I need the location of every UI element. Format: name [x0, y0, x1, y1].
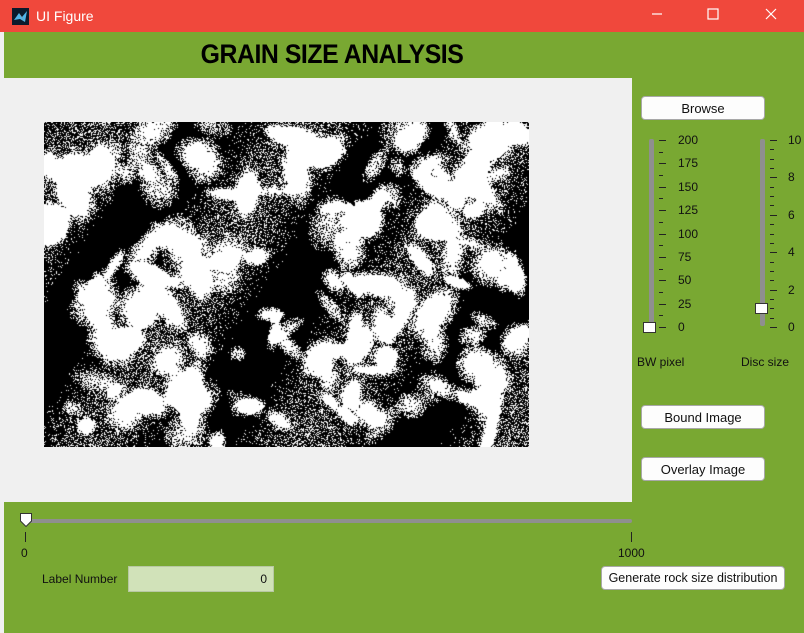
disc-slider-minor-tick — [770, 270, 774, 272]
bound-image-button[interactable]: Bound Image — [641, 405, 765, 429]
bw-slider-tick-label: 200 — [678, 133, 699, 147]
label-slider-min-tick — [25, 532, 26, 542]
bw-slider-minor-tick — [659, 175, 663, 177]
label-number-field[interactable]: 0 — [128, 566, 274, 592]
bw-slider-tick-label: 25 — [678, 296, 692, 311]
disc-slider-minor-tick — [770, 158, 774, 160]
generate-distribution-button[interactable]: Generate rock size distribution — [601, 566, 785, 590]
disc-slider-minor-tick — [770, 186, 774, 188]
bw-slider-tick-label: 125 — [678, 203, 699, 218]
bw-slider-major-tick — [659, 186, 666, 188]
disc-slider-major-tick — [770, 177, 777, 179]
disc-slider-major-tick — [770, 289, 777, 291]
close-icon — [765, 7, 777, 25]
disc-slider-tick-label: 8 — [788, 170, 795, 185]
bw-slider-minor-tick — [659, 221, 663, 223]
bw-slider-minor-tick — [659, 268, 663, 270]
minimize-button[interactable] — [634, 0, 680, 32]
disc-slider-major-tick — [770, 140, 777, 141]
disc-slider-minor-tick — [770, 242, 774, 244]
page-title: GRAIN SIZE ANALYSIS — [200, 39, 464, 69]
disc-slider-minor-tick — [770, 168, 774, 170]
maximize-button[interactable] — [690, 0, 736, 32]
disc-slider-major-tick — [770, 214, 777, 216]
bw-pixel-label: BW pixel — [637, 355, 685, 369]
disc-slider-minor-tick — [770, 261, 774, 263]
disc-slider-minor-tick — [770, 196, 774, 198]
overlay-image-button[interactable]: Overlay Image — [641, 457, 765, 481]
matlab-logo-icon — [12, 8, 29, 25]
bw-slider-minor-tick — [659, 291, 663, 293]
bw-slider-tick-label: 75 — [678, 249, 692, 264]
disc-slider-tick-label: 10 — [788, 133, 802, 147]
close-button[interactable] — [748, 0, 794, 32]
disc-slider-minor-tick — [770, 205, 774, 207]
binary-grain-image — [44, 122, 529, 447]
disc-slider-minor-tick — [770, 280, 774, 282]
window-titlebar: UI Figure — [0, 0, 804, 32]
label-slider-track[interactable] — [26, 519, 632, 523]
disc-slider-minor-tick — [770, 308, 774, 310]
label-slider-max-label: 1000 — [618, 546, 645, 560]
bw-slider-major-tick — [659, 280, 666, 282]
disc-slider-track[interactable] — [760, 139, 765, 326]
bw-slider-major-tick — [659, 210, 666, 212]
bw-slider-minor-tick — [659, 245, 663, 247]
disc-slider-tick-label: 4 — [788, 245, 795, 260]
label-slider-max-tick — [631, 532, 632, 542]
bw-slider-tick-label: 150 — [678, 179, 699, 194]
maximize-icon — [707, 7, 719, 25]
disc-size-label: Disc size — [741, 355, 790, 369]
grain-image-canvas — [44, 122, 529, 447]
disc-slider-thumb[interactable] — [755, 303, 768, 315]
label-slider-thumb[interactable] — [20, 513, 32, 528]
disc-slider-major-tick — [770, 327, 777, 328]
disc-slider-minor-tick — [770, 233, 774, 235]
bw-slider-track[interactable] — [649, 139, 654, 326]
bw-slider-minor-tick — [659, 151, 663, 153]
bw-slider-major-tick — [659, 256, 666, 258]
bw-slider-thumb[interactable] — [643, 322, 656, 333]
disc-slider-minor-tick — [770, 224, 774, 226]
browse-button[interactable]: Browse — [641, 96, 765, 120]
disc-slider-minor-tick — [770, 149, 774, 151]
disc-slider-tick-label: 6 — [788, 207, 795, 222]
bw-slider-tick-label: 50 — [678, 273, 692, 288]
label-slider-min-label: 0 — [21, 546, 28, 560]
bw-slider-minor-tick — [659, 198, 663, 200]
window-title: UI Figure — [36, 8, 94, 24]
disc-slider-tick-label: 2 — [788, 282, 795, 297]
disc-slider-tick-label: 0 — [788, 320, 795, 334]
label-number-label: Label Number — [42, 572, 118, 586]
disc-slider-major-tick — [770, 252, 777, 254]
bw-slider-major-tick — [659, 233, 666, 235]
bw-slider-major-tick — [659, 163, 666, 165]
disc-slider-minor-tick — [770, 298, 774, 300]
bw-slider-tick-label: 100 — [678, 226, 699, 241]
bw-slider-tick-label: 175 — [678, 156, 699, 171]
bw-slider-major-tick — [659, 303, 666, 305]
bw-slider-major-tick — [659, 140, 666, 141]
minimize-icon — [651, 7, 663, 25]
disc-slider-minor-tick — [770, 317, 774, 319]
bw-slider-minor-tick — [659, 315, 663, 317]
bw-slider-major-tick — [659, 327, 666, 328]
bw-slider-tick-label: 0 — [678, 320, 685, 334]
